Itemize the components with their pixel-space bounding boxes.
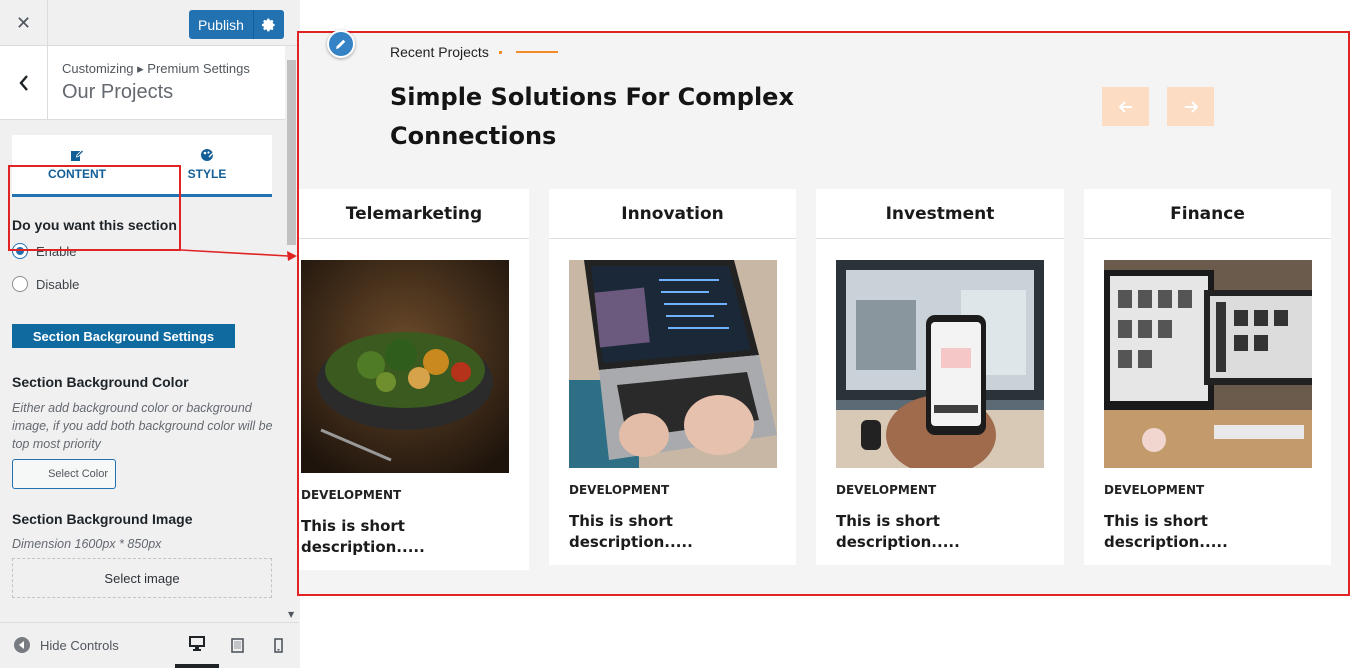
project-card-description: This is short description..... — [569, 512, 693, 551]
project-card[interactable]: Finance DEVELOPMENT This is short descri… — [1084, 189, 1331, 565]
customizer-header: ✕ Publish — [0, 0, 299, 46]
section-background-settings-heading: Section Background Settings — [12, 324, 235, 348]
collapse-icon — [14, 637, 30, 653]
publish-button[interactable]: Publish — [189, 17, 253, 33]
radio-button[interactable] — [12, 276, 28, 292]
preview-desktop-button[interactable] — [175, 623, 219, 668]
radio-disable-label: Disable — [36, 276, 80, 292]
select-image-button[interactable]: Select image — [12, 558, 272, 598]
close-icon: ✕ — [15, 12, 32, 34]
project-card-description: This is short description..... — [301, 517, 425, 556]
arrow-left-icon — [1118, 100, 1132, 113]
project-card-category: DEVELOPMENT — [569, 483, 670, 497]
phone-in-hand-photo — [836, 260, 1044, 468]
hide-controls-label: Hide Controls — [40, 637, 119, 653]
section-title: Our Projects — [62, 81, 174, 103]
project-card-title: Finance — [1084, 189, 1331, 239]
highlight-box-enable-control — [8, 165, 181, 251]
project-card-description: This is short description..... — [836, 512, 960, 551]
food-bowl-photo — [301, 260, 509, 473]
project-card[interactable]: Investment DEVELOPMENT This is short des… — [816, 189, 1064, 565]
preview-mobile-button[interactable] — [256, 623, 300, 668]
mobile-icon — [273, 638, 283, 653]
project-card-category: DEVELOPMENT — [1104, 483, 1205, 497]
radio-disable[interactable]: Disable — [12, 276, 79, 292]
breadcrumb: Customizing ▸ Premium Settings — [62, 61, 250, 76]
scrollbar-thumb[interactable] — [287, 60, 296, 245]
scroll-down-icon[interactable]: ▼ — [288, 610, 294, 619]
chevron-left-icon — [18, 74, 28, 91]
carousel-prev-button[interactable] — [1102, 87, 1149, 126]
palette-icon — [201, 149, 214, 161]
carousel-next-button[interactable] — [1167, 87, 1214, 126]
laptop-video-call-photo — [569, 260, 777, 468]
edit-icon — [71, 149, 84, 161]
pencil-icon — [336, 39, 346, 49]
publish-settings-button[interactable] — [254, 18, 284, 32]
subtitle-accent-line — [515, 51, 558, 53]
desktop-icon — [189, 636, 205, 651]
subtitle-text: Recent Projects — [390, 44, 489, 60]
back-button[interactable] — [0, 46, 48, 119]
section-header: Customizing ▸ Premium Settings Our Proje… — [0, 46, 285, 120]
edit-section-shortcut[interactable] — [327, 30, 355, 58]
arrow-right-icon — [1184, 100, 1198, 113]
background-color-description: Either add background color or backgroun… — [12, 401, 273, 451]
project-card-description: This is short description..... — [1104, 512, 1228, 551]
project-card-category: DEVELOPMENT — [836, 483, 937, 497]
background-color-title: Section Background Color — [12, 374, 189, 390]
tablet-icon — [230, 638, 244, 653]
controls-panel: Customizing ▸ Premium Settings Our Proje… — [0, 46, 285, 622]
project-card-title: Telemarketing — [299, 189, 529, 239]
close-customizer-button[interactable]: ✕ — [0, 0, 48, 46]
publish-button-group: Publish — [189, 10, 284, 39]
gear-icon — [262, 18, 275, 31]
tab-style-label: STYLE — [187, 167, 227, 181]
customizer-footer: Hide Controls — [0, 622, 299, 668]
project-card[interactable]: Telemarketing DEVELOPMENT This is short … — [299, 189, 529, 570]
select-color-button[interactable]: Select Color — [12, 459, 116, 489]
project-card[interactable]: Innovation DEVELOPMENT This is short des… — [549, 189, 796, 565]
section-subtitle: Recent Projects — [390, 44, 558, 60]
customizer-sidebar: ✕ Publish Customizing ▸ Premium Settings… — [0, 0, 299, 668]
subtitle-accent-dot — [498, 50, 502, 54]
hide-controls-button[interactable]: Hide Controls — [14, 637, 119, 653]
desk-monitors-photo — [1104, 260, 1312, 468]
project-card-category: DEVELOPMENT — [301, 488, 402, 502]
background-image-title: Section Background Image — [12, 511, 193, 527]
section-headline: Simple Solutions For Complex Connections — [390, 83, 794, 150]
preview-tablet-button[interactable] — [215, 623, 259, 668]
project-card-title: Innovation — [549, 189, 796, 239]
background-image-description: Dimension 1600px * 850px — [12, 537, 162, 551]
project-card-title: Investment — [816, 189, 1064, 239]
